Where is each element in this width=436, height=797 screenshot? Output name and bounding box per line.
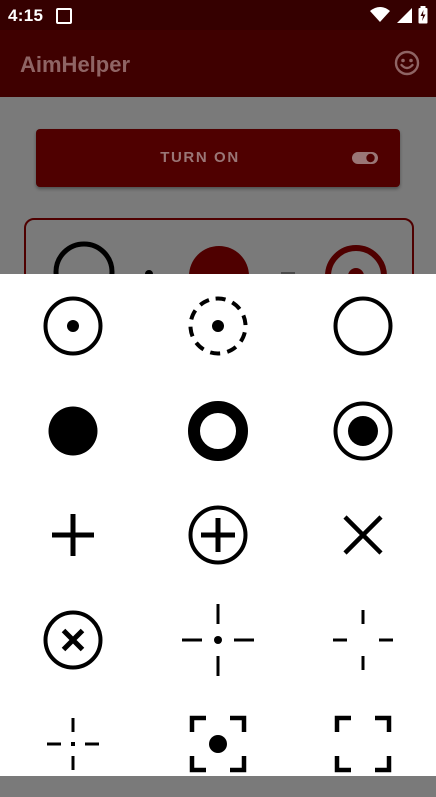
small-gapped-cross-dot-crosshair-icon (46, 718, 99, 771)
crosshair-option-dashed-circle-dot[interactable] (145, 274, 290, 379)
filled-dot-crosshair-icon (48, 406, 97, 456)
ringed-filled-dot-crosshair-icon (333, 401, 393, 461)
signal-icon (397, 8, 412, 23)
dashed-circle-dot-crosshair-icon (188, 296, 247, 356)
notification-icon (56, 8, 72, 24)
crosshair-option-dot-in-circle[interactable] (0, 274, 145, 379)
crosshair-option-gapped-cross-dot[interactable] (145, 588, 290, 693)
crosshair-grid (0, 274, 436, 776)
wifi-icon (370, 7, 390, 22)
circled-plus-crosshair-icon (188, 505, 247, 565)
crosshair-option-hollow-circle[interactable] (290, 274, 436, 379)
cross-x-crosshair-icon (343, 515, 383, 555)
toggle-icon (352, 152, 378, 164)
crosshair-option-gapped-cross[interactable] (290, 588, 436, 693)
crosshair-option-thick-ring[interactable] (145, 379, 290, 484)
crosshair-option-bracket-frame[interactable] (290, 692, 436, 797)
turn-on-button[interactable]: TURN ON (36, 129, 400, 187)
crosshair-option-cross-x[interactable] (290, 483, 436, 588)
dot-in-circle-crosshair-icon (43, 296, 102, 356)
crosshair-option-plus[interactable] (0, 483, 145, 588)
status-bar: 4:15 (0, 0, 436, 30)
thick-ring-crosshair-icon (187, 400, 248, 461)
crosshair-option-filled-dot[interactable] (0, 379, 145, 484)
crosshair-option-ringed-filled-dot[interactable] (290, 379, 436, 484)
crosshair-option-circled-plus[interactable] (145, 483, 290, 588)
crosshair-picker-sheet (0, 274, 436, 776)
bracket-dot-crosshair-icon (189, 716, 246, 773)
turn-on-label: TURN ON (160, 149, 240, 166)
crosshair-option-small-gapped-cross-dot[interactable] (0, 692, 145, 797)
gapped-cross-dot-crosshair-icon (181, 603, 254, 676)
hollow-circle-crosshair-icon (333, 296, 393, 356)
system-icons (370, 6, 428, 24)
gapped-cross-crosshair-icon (333, 609, 393, 670)
crosshair-option-circled-x[interactable] (0, 588, 145, 693)
status-time: 4:15 (8, 6, 44, 25)
circled-x-crosshair-icon (43, 610, 102, 670)
bracket-frame-crosshair-icon (334, 716, 392, 773)
app-bar: AimHelper (0, 30, 436, 97)
crosshair-option-bracket-dot[interactable] (145, 692, 290, 797)
app-title: AimHelper (20, 52, 131, 77)
battery-icon (418, 6, 428, 24)
plus-crosshair-icon (51, 514, 94, 557)
smiley-icon[interactable] (394, 50, 420, 76)
